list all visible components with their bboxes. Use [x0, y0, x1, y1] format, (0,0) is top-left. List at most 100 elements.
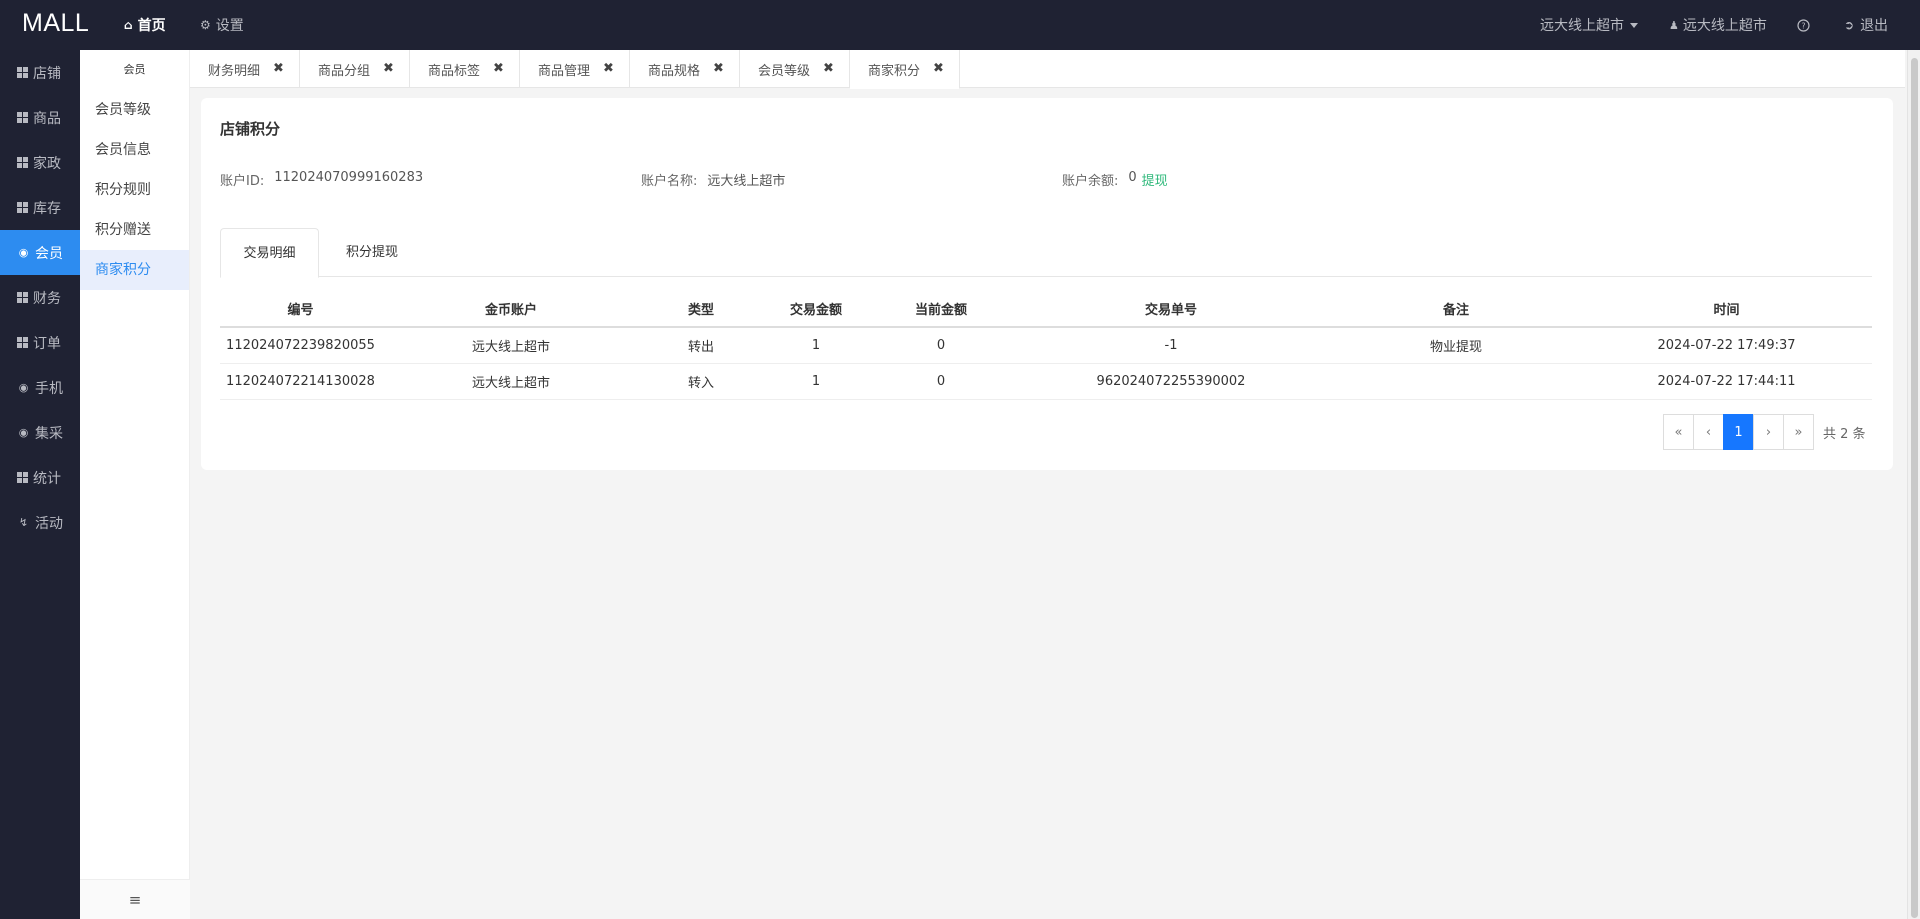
- close-icon[interactable]: ✖: [603, 61, 614, 76]
- sidebar-item-label: 库存: [33, 200, 61, 217]
- home-icon: ⌂: [124, 18, 133, 32]
- col-header-remark[interactable]: 备注: [1331, 291, 1581, 328]
- grid-icon: [17, 292, 28, 303]
- cell-current-amount: 0: [871, 363, 1011, 400]
- close-icon[interactable]: ✖: [713, 61, 724, 76]
- first-page-button[interactable]: «: [1663, 414, 1694, 450]
- scrollbar-thumb[interactable]: [1911, 58, 1918, 918]
- col-header-coin-account[interactable]: 金币账户: [381, 291, 641, 328]
- tab-points-withdraw[interactable]: 积分提现: [319, 228, 425, 277]
- last-page-button[interactable]: »: [1783, 414, 1814, 450]
- gear-icon: ⚙: [200, 18, 211, 32]
- store-selector-label: 远大线上超市: [1540, 18, 1624, 34]
- cell-remark: [1331, 363, 1581, 400]
- prev-page-button[interactable]: ‹: [1693, 414, 1724, 450]
- grid-icon: [17, 202, 28, 213]
- col-header-current-amount[interactable]: 当前金额: [871, 291, 1011, 328]
- grid-icon: [17, 67, 28, 78]
- sidebar-item-products[interactable]: 商品: [0, 95, 80, 140]
- submenu-item-points-rules[interactable]: 积分规则: [80, 170, 189, 210]
- sidebar-item-procurement[interactable]: ◉ 集采: [0, 410, 80, 455]
- submenu-item-member-level[interactable]: 会员等级: [80, 90, 189, 130]
- col-header-order-no[interactable]: 交易单号: [1011, 291, 1331, 328]
- store-selector-dropdown[interactable]: 远大线上超市: [1540, 0, 1638, 50]
- sidebar-item-label: 订单: [33, 335, 61, 352]
- page-scrollbar[interactable]: [1907, 50, 1920, 919]
- account-name-value: 远大线上超市: [707, 174, 786, 189]
- close-icon[interactable]: ✖: [493, 61, 504, 76]
- cell-id: 112024072214130028: [220, 363, 381, 400]
- page-1-button[interactable]: 1: [1723, 414, 1754, 450]
- close-icon[interactable]: ✖: [383, 61, 394, 76]
- tab-member-level[interactable]: 会员等级 ✖: [740, 50, 850, 88]
- sidebar-item-housekeeping[interactable]: 家政: [0, 140, 80, 185]
- sidebar-item-members[interactable]: ◉ 会员: [0, 230, 80, 275]
- next-page-button[interactable]: ›: [1753, 414, 1784, 450]
- tab-product-specs[interactable]: 商品规格 ✖: [630, 50, 740, 88]
- cell-coin-account: 远大线上超市: [381, 363, 641, 400]
- page-title: 店铺积分: [220, 120, 281, 138]
- sidebar-item-label: 店铺: [33, 65, 61, 82]
- tab-transaction-detail[interactable]: 交易明细: [220, 228, 319, 278]
- account-id-label: 账户ID:: [220, 174, 265, 189]
- sidebar-item-activities[interactable]: ↯ 活动: [0, 500, 80, 545]
- submenu-title: 会员: [123, 63, 146, 76]
- nav-settings-label: 设置: [215, 18, 244, 34]
- top-navbar: MALL ⌂ 首页 ⚙ 设置 远大线上超市 ♟ 远大线上超市 ? ➲ 退出: [0, 0, 1920, 50]
- submenu-item-merchant-points[interactable]: 商家积分: [80, 250, 189, 290]
- col-header-type[interactable]: 类型: [641, 291, 761, 328]
- sidebar-item-label: 家政: [33, 155, 61, 172]
- sidebar-item-store[interactable]: 店铺: [0, 50, 80, 95]
- caret-down-icon: [1630, 22, 1638, 28]
- tab-merchant-points[interactable]: 商家积分 ✖: [850, 50, 960, 89]
- close-icon[interactable]: ✖: [933, 61, 944, 76]
- sidebar-item-label: 活动: [35, 515, 63, 532]
- help-button[interactable]: ?: [1797, 0, 1810, 50]
- tab-label: 财务明细: [208, 63, 261, 79]
- sidebar-item-inventory[interactable]: 库存: [0, 185, 80, 230]
- collapse-menu-button[interactable]: ≡: [80, 879, 190, 919]
- svg-text:?: ?: [1801, 21, 1805, 30]
- sidebar-item-statistics[interactable]: 统计: [0, 455, 80, 500]
- table-row[interactable]: 112024072214130028 远大线上超市 转入 1 0 9620240…: [220, 363, 1872, 400]
- transactions-table: 编号 金币账户 类型 交易金额 当前金额 交易单号 备注 时间 11202407…: [220, 291, 1872, 400]
- sidebar-item-mobile[interactable]: ◉ 手机: [0, 365, 80, 410]
- close-icon[interactable]: ✖: [823, 61, 834, 76]
- grid-icon: [17, 472, 28, 483]
- col-header-amount[interactable]: 交易金额: [761, 291, 871, 328]
- tab-label: 商品管理: [538, 63, 591, 79]
- sidebar-item-label: 商品: [33, 110, 61, 127]
- logout-button[interactable]: ➲ 退出: [1844, 0, 1888, 50]
- user-menu[interactable]: ♟ 远大线上超市: [1669, 0, 1767, 50]
- nav-home-link[interactable]: ⌂ 首页: [124, 0, 166, 50]
- cell-type: 转出: [641, 327, 761, 364]
- cell-id: 112024072239820055: [220, 327, 381, 364]
- sidebar-item-finance[interactable]: 财务: [0, 275, 80, 320]
- account-id-info: 账户ID: 112024070999160283: [220, 170, 423, 189]
- tab-label: 会员等级: [758, 63, 811, 79]
- tab-finance-detail[interactable]: 财务明细 ✖: [190, 50, 300, 88]
- submenu-item-member-info[interactable]: 会员信息: [80, 130, 189, 170]
- cell-time: 2024-07-22 17:44:11: [1581, 363, 1872, 400]
- tab-product-group[interactable]: 商品分组 ✖: [300, 50, 410, 88]
- cell-time: 2024-07-22 17:49:37: [1581, 327, 1872, 364]
- col-header-id[interactable]: 编号: [220, 291, 381, 328]
- close-icon[interactable]: ✖: [273, 61, 284, 76]
- sidebar-item-orders[interactable]: 订单: [0, 320, 80, 365]
- withdraw-link[interactable]: 提现: [1142, 170, 1168, 189]
- question-circle-icon: ?: [1797, 18, 1810, 32]
- nav-settings-link[interactable]: ⚙ 设置: [200, 0, 244, 50]
- pagination-total: 共 2 条: [1823, 426, 1866, 442]
- table-row[interactable]: 112024072239820055 远大线上超市 转出 1 0 -1 物业提现…: [220, 327, 1872, 364]
- submenu-item-points-gift[interactable]: 积分赠送: [80, 210, 189, 250]
- main-sidebar: 店铺 商品 家政 库存 ◉ 会员 财务 订单 ◉ 手机 ◉ 集采 统计 ↯ 活动: [0, 50, 80, 919]
- user-label: 远大线上超市: [1682, 18, 1767, 34]
- col-header-time[interactable]: 时间: [1581, 291, 1872, 328]
- page-tabs: 财务明细 ✖ 商品分组 ✖ 商品标签 ✖ 商品管理 ✖ 商品规格 ✖ 会员等级 ✖ 商家积分…: [190, 50, 1905, 89]
- cell-amount: 1: [761, 363, 871, 400]
- tab-product-management[interactable]: 商品管理 ✖: [520, 50, 630, 88]
- tab-label: 商品分组: [318, 63, 371, 79]
- tab-product-tags[interactable]: 商品标签 ✖: [410, 50, 520, 88]
- globe-icon: ◉: [18, 246, 29, 259]
- app-logo[interactable]: MALL: [22, 9, 89, 38]
